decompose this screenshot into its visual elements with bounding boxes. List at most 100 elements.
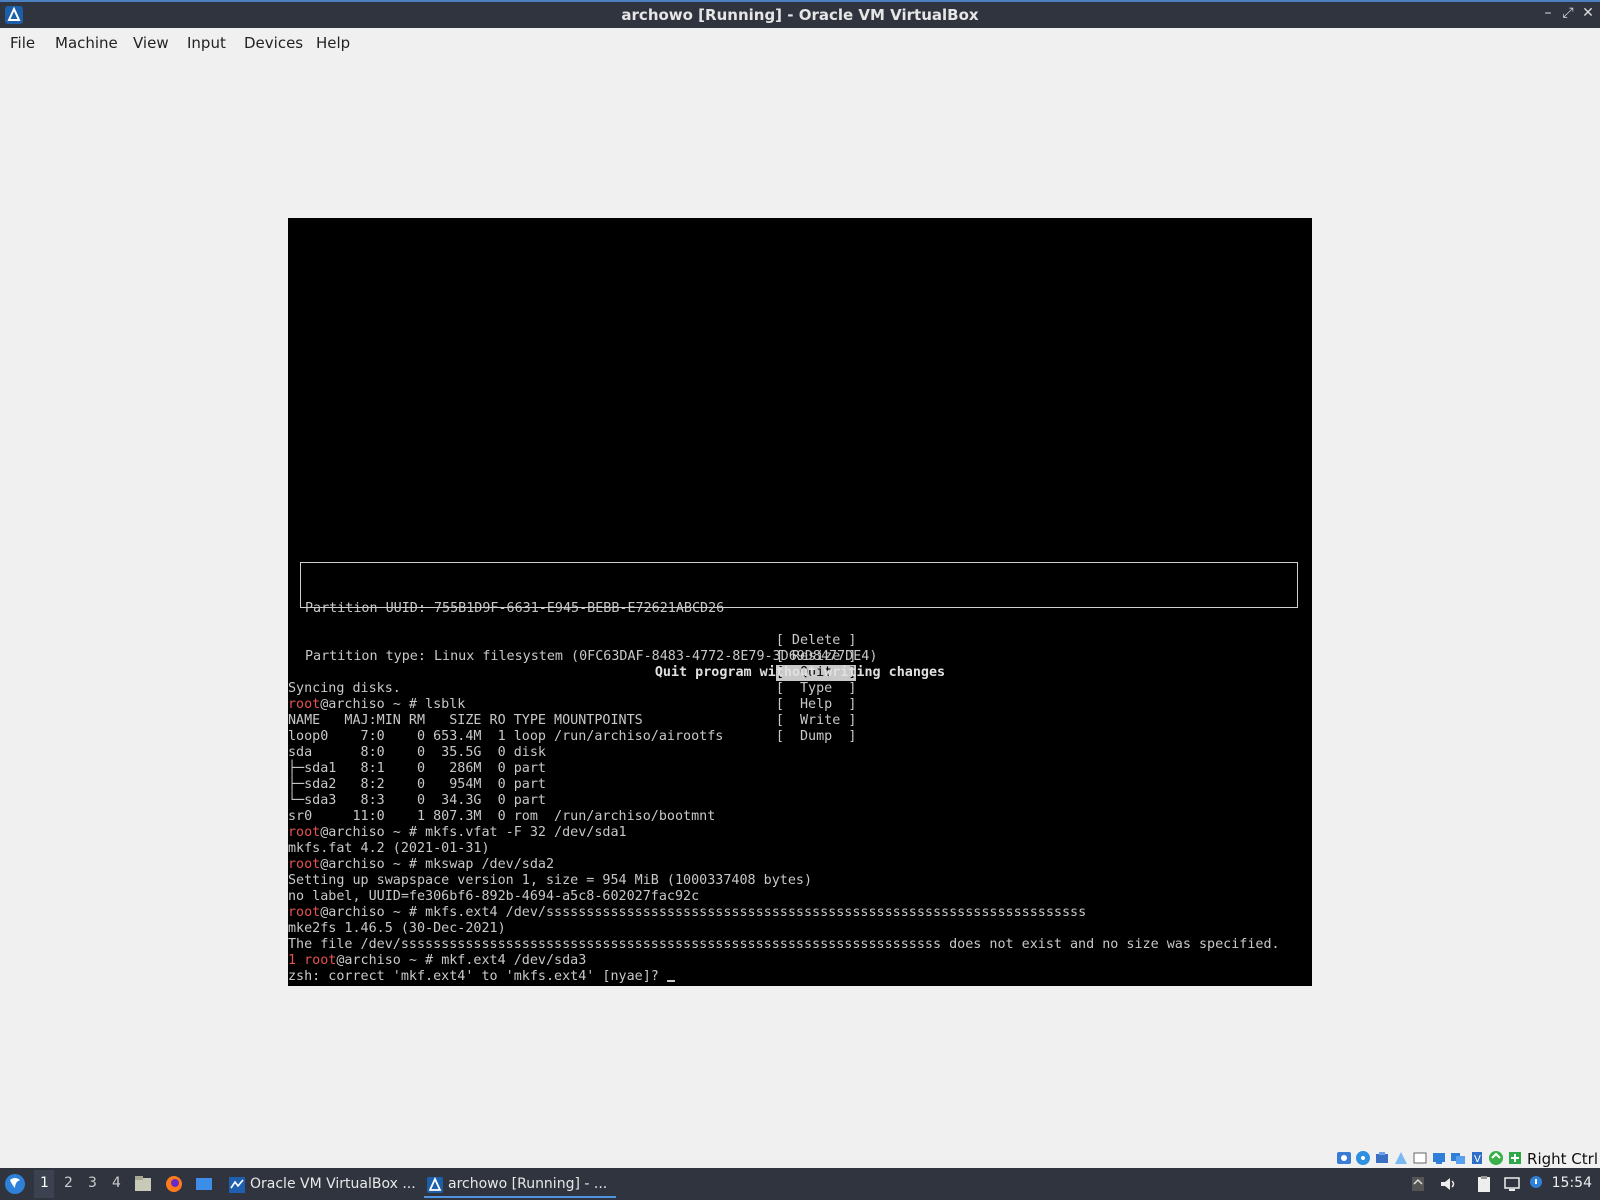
terminal-line: ├─sda1 8:1 0 286M 0 part — [288, 761, 1280, 777]
terminal-line: Setting up swapspace version 1, size = 9… — [288, 873, 1280, 889]
terminal-output: Syncing disks. root@archiso ~ # lsblk NAME… — [288, 681, 1280, 985]
terminal-line: NAME MAJ:MIN RM SIZE RO TYPE MOUNTPOINTS — [288, 713, 1280, 729]
terminal-text: The file /dev/ssssssssssssssssssssssssss… — [288, 937, 1280, 952]
terminal-line: sda 8:0 0 35.5G 0 disk — [288, 745, 1280, 761]
terminal-line: no label, UUID=fe306bf6-892b-4694-a5c8-6… — [288, 889, 1280, 905]
terminal-line: mke2fs 1.46.5 (30-Dec-2021) — [288, 921, 1280, 937]
prompt-host: @archiso ~ # — [320, 905, 426, 920]
terminal-text: mkf.ext4 /dev/sda3 — [441, 953, 587, 968]
terminal-line: Syncing disks. — [288, 681, 1280, 697]
task-label: archowo [Running] - ... — [448, 1176, 608, 1192]
terminal-text: zsh: correct 'mkf.ext4' to 'mkfs.ext4' [… — [288, 969, 667, 984]
terminal-line: 1 root@archiso ~ # mkf.ext4 /dev/sda3 — [288, 953, 1280, 969]
workspace-3[interactable]: 3 — [88, 1175, 97, 1191]
terminal-line: root@archiso ~ # mkfs.ext4 /dev/ssssssss… — [288, 905, 1280, 921]
vm-display[interactable]: Partition UUID: 755B1D9F-6631-E945-BEBB-… — [288, 218, 1312, 986]
optical-drive-icon[interactable] — [1355, 1150, 1371, 1166]
partition-uuid: Partition UUID: 755B1D9F-6631-E945-BEBB-… — [305, 601, 725, 616]
terminal-text: Setting up swapspace version 1, size = 9… — [288, 873, 813, 888]
prompt-user: root — [288, 697, 321, 712]
menu-devices[interactable]: Devices — [244, 34, 303, 52]
window-titlebar[interactable]: archowo [Running] - Oracle VM VirtualBox… — [0, 0, 1600, 28]
tray-up-arrow-icon[interactable] — [1408, 1174, 1428, 1194]
close-icon[interactable]: ✕ — [1578, 5, 1598, 21]
network-tray-icon[interactable] — [1502, 1174, 1522, 1194]
volume-icon[interactable] — [1438, 1174, 1458, 1194]
terminal-line: └─sda3 8:3 0 34.3G 0 part — [288, 793, 1280, 809]
minimize-icon[interactable]: – — [1538, 5, 1558, 21]
terminal-text: ├─sda1 8:1 0 286M 0 part — [288, 761, 546, 776]
task-virtualbox-manager[interactable]: Oracle VM VirtualBox ... — [226, 1170, 418, 1198]
firefox-icon[interactable] — [164, 1174, 184, 1194]
recording-icon[interactable]: V — [1469, 1150, 1485, 1166]
clipboard-icon[interactable] — [1474, 1174, 1494, 1194]
action-description: Quit program without writing changes — [654, 665, 946, 680]
usb-icon[interactable] — [1412, 1150, 1428, 1166]
file-manager-icon[interactable] — [133, 1174, 153, 1194]
terminal-text: sda 8:0 0 35.5G 0 disk — [288, 745, 546, 760]
terminal-text: mke2fs 1.46.5 (30-Dec-2021) — [288, 921, 506, 936]
guest-additions-icon[interactable] — [1488, 1150, 1504, 1166]
taskbar: 1 2 3 4 Oracle VM VirtualBox ... archowo… — [0, 1168, 1600, 1200]
terminal-line: root@archiso ~ # lsblk — [288, 697, 1280, 713]
virtualbox-vm-icon — [427, 1176, 443, 1193]
audio-icon[interactable] — [1374, 1150, 1390, 1166]
prompt-user: root — [288, 905, 321, 920]
terminal-cursor — [666, 980, 675, 982]
mouse-integration-icon[interactable] — [1507, 1150, 1523, 1166]
prompt-user: root — [288, 857, 321, 872]
menu-bar: File Machine View Input Devices Help — [0, 28, 1600, 58]
workspace-1[interactable]: 1 — [40, 1175, 49, 1191]
cfdisk-delete-button[interactable]: [ Delete ] — [776, 633, 857, 649]
task-vm-window[interactable]: archowo [Running] - ... — [424, 1170, 616, 1198]
task-label: Oracle VM VirtualBox ... — [250, 1176, 416, 1192]
menu-input[interactable]: Input — [187, 34, 226, 52]
prompt-host: @archiso ~ # — [320, 697, 426, 712]
terminal-text: loop0 7:0 0 653.4M 1 loop /run/archiso/a… — [288, 729, 724, 744]
cfdisk-resize-button[interactable]: [ Resize ] — [776, 649, 857, 665]
terminal-text: ├─sda2 8:2 0 954M 0 part — [288, 777, 546, 792]
terminal-text: lsblk — [425, 697, 466, 712]
prompt-user: root — [288, 825, 321, 840]
maximize-icon[interactable]: ⤢ — [1558, 5, 1578, 21]
terminal-line: ├─sda2 8:2 0 954M 0 part — [288, 777, 1280, 793]
terminal-line: The file /dev/ssssssssssssssssssssssssss… — [288, 937, 1280, 953]
partition-info-box: Partition UUID: 755B1D9F-6631-E945-BEBB-… — [300, 562, 1298, 664]
menu-help[interactable]: Help — [316, 34, 350, 52]
terminal-text: no label, UUID=fe306bf6-892b-4694-a5c8-6… — [288, 889, 700, 904]
prompt-host: @archiso ~ # — [336, 953, 442, 968]
workspace-4[interactable]: 4 — [112, 1175, 121, 1191]
menu-file[interactable]: File — [10, 34, 35, 52]
prompt-user: root — [304, 953, 337, 968]
shared-folders-icon[interactable] — [1431, 1150, 1447, 1166]
hard-disk-icon[interactable] — [1336, 1150, 1352, 1166]
svg-text:V: V — [1474, 1154, 1481, 1165]
terminal-line: sr0 11:0 1 807.3M 0 rom /run/archiso/boo… — [288, 809, 1280, 825]
menu-view[interactable]: View — [133, 34, 169, 52]
terminal-line: zsh: correct 'mkf.ext4' to 'mkfs.ext4' [… — [288, 969, 1280, 985]
vm-status-bar: V Right Ctrl — [1330, 1148, 1600, 1170]
desktop-icon[interactable] — [194, 1174, 214, 1194]
terminal-text: mkfs.ext4 /dev/sssssssssssssssssssssssss… — [425, 905, 1087, 920]
terminal-text: └─sda3 8:3 0 34.3G 0 part — [288, 793, 546, 808]
workspace-2[interactable]: 2 — [64, 1175, 73, 1191]
display-icon[interactable] — [1450, 1150, 1466, 1166]
network-icon[interactable] — [1393, 1150, 1409, 1166]
start-menu-icon[interactable] — [4, 1173, 26, 1195]
prompt-host: @archiso ~ # — [320, 825, 426, 840]
terminal-line: root@archiso ~ # mkswap /dev/sda2 — [288, 857, 1280, 873]
terminal-text: mkfs.vfat -F 32 /dev/sda1 — [425, 825, 627, 840]
virtualbox-manager-icon — [229, 1177, 245, 1193]
notification-icon[interactable] — [1526, 1174, 1546, 1194]
terminal-text: mkswap /dev/sda2 — [425, 857, 555, 872]
terminal-line: root@archiso ~ # mkfs.vfat -F 32 /dev/sd… — [288, 825, 1280, 841]
menu-machine[interactable]: Machine — [55, 34, 118, 52]
terminal-text: NAME MAJ:MIN RM SIZE RO TYPE MOUNTPOINTS — [288, 713, 643, 728]
clock: 15:54 — [1551, 1175, 1592, 1191]
host-key-label[interactable]: Right Ctrl — [1527, 1150, 1598, 1168]
window-title: archowo [Running] - Oracle VM VirtualBox — [621, 6, 979, 24]
exit-code: 1 — [288, 953, 297, 968]
terminal-text: Syncing disks. — [288, 681, 401, 696]
terminal-line: loop0 7:0 0 653.4M 1 loop /run/archiso/a… — [288, 729, 1280, 745]
terminal-text: mkfs.fat 4.2 (2021-01-31) — [288, 841, 490, 856]
